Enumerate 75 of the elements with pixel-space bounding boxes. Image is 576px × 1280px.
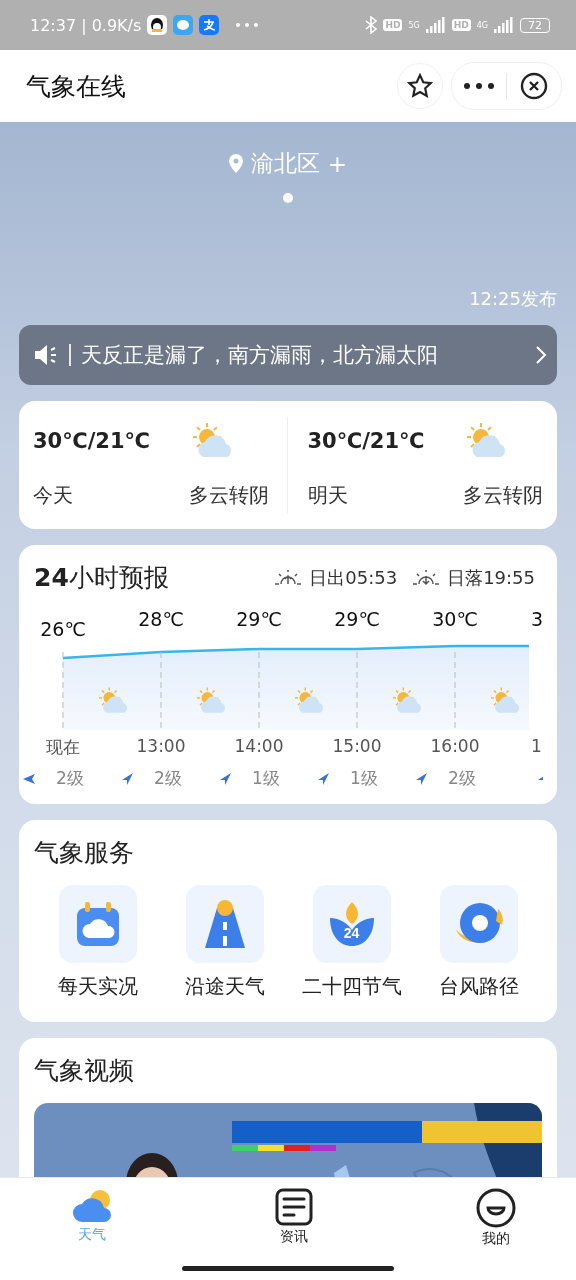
wind-level: 2级 (56, 767, 84, 790)
wind-direction-icon (22, 771, 37, 786)
more-icon (464, 83, 494, 89)
weather-notice-bar[interactable]: 天反正是漏了，南方漏雨，北方漏太阳 (19, 325, 557, 385)
wind-level: 2级 (154, 767, 182, 790)
day-label: 今天 (33, 482, 74, 510)
document-icon (275, 1188, 313, 1226)
payment-app-icon (199, 15, 220, 35)
sunset-icon (411, 567, 442, 588)
bluetooth-icon (365, 16, 378, 34)
sunrise-icon (273, 567, 304, 588)
location-pin-icon (228, 154, 243, 173)
partly-cloudy-icon (98, 687, 127, 713)
sunset-time: 日落19:55 (447, 565, 535, 590)
favorite-button[interactable] (397, 63, 443, 109)
partly-cloudy-icon (294, 687, 323, 713)
signal-icon (494, 17, 514, 33)
wind-level: 1级 (252, 767, 280, 790)
more-icon (235, 22, 260, 28)
hour-temperature: 3 (531, 608, 543, 632)
hour-temperature: 28℃ (138, 608, 184, 632)
day-label: 明天 (307, 482, 349, 510)
weather-condition: 多云转阴 (463, 482, 543, 510)
hour-time: 现在 (46, 736, 80, 759)
service-item[interactable]: 台风路径 (415, 885, 542, 1000)
section-title: 气象服务 (34, 837, 135, 869)
close-icon (520, 72, 548, 100)
notice-text: 天反正是漏了，南方漏雨，北方漏太阳 (81, 342, 439, 369)
wind-direction-icon (120, 771, 135, 786)
hour-temperature: 29℃ (236, 608, 282, 632)
wind-level: 1级 (350, 767, 378, 790)
road-icon (202, 898, 247, 950)
hour-time: 16:00 (430, 736, 480, 758)
speaker-icon (33, 344, 59, 366)
hour-time: 1 (531, 736, 542, 758)
publish-time: 12:25发布 (469, 288, 557, 309)
smile-face-icon (476, 1188, 516, 1228)
hour-time: 13:00 (136, 736, 186, 758)
section-title: 气象视频 (34, 1055, 135, 1087)
temperature-range: 30℃/21℃ (307, 428, 426, 453)
partly-cloudy-icon (196, 687, 225, 713)
partly-cloudy-icon (490, 687, 519, 713)
hour-temperature: 29℃ (334, 608, 380, 632)
app-title: 气象在线 (26, 70, 127, 103)
hd-badge: HD (451, 19, 471, 31)
hour-time: 14:00 (234, 736, 284, 758)
hd-badge: HD (383, 19, 403, 31)
signal-icon (425, 17, 446, 33)
wind-direction-icon (316, 771, 331, 786)
network-label: 4G (476, 20, 488, 30)
chat-bubble-icon (173, 15, 194, 35)
battery-icon: 72 (520, 17, 550, 33)
sunrise-time: 日出05:53 (309, 565, 398, 590)
section-title: 24小时预报 (34, 562, 170, 594)
hour-temperature: 30℃ (432, 608, 478, 632)
nav-tab[interactable]: 我的 (456, 1188, 536, 1248)
location-name: 渝北区 (250, 149, 320, 178)
status-time: 12:37 | 0.9K/s (30, 15, 142, 35)
penguin-icon (147, 15, 168, 35)
network-label: 5G (408, 20, 420, 30)
wind-level: 2级 (448, 767, 476, 790)
wind-direction-icon (414, 771, 429, 786)
weather-condition: 多云转阴 (188, 482, 269, 510)
wind-direction-icon (218, 771, 233, 786)
nav-tab[interactable]: 资讯 (254, 1188, 334, 1248)
service-item[interactable]: 沿途天气 (161, 885, 288, 1000)
temperature-range: 30℃/21℃ (33, 428, 151, 453)
cloud-sun-icon (72, 1188, 112, 1224)
star-icon (407, 73, 433, 99)
service-item[interactable]: 24 二十四节气 (288, 885, 415, 1000)
hour-temperature: 26℃ (40, 618, 86, 640)
service-item[interactable]: 每天实况 (34, 885, 161, 1000)
partly-cloudy-icon (392, 687, 421, 713)
chevron-right-icon (535, 345, 547, 365)
hour-time: 15:00 (332, 736, 382, 758)
